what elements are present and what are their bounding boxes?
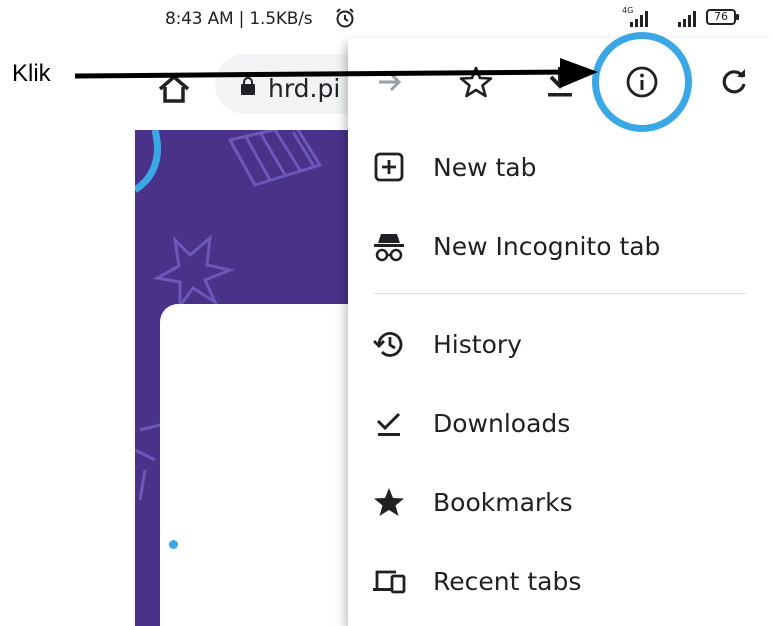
menu-divider <box>374 293 746 294</box>
menu-item-label: Recent tabs <box>433 567 582 596</box>
forward-icon[interactable] <box>366 58 414 106</box>
signal-icon <box>630 11 648 27</box>
signal-icon <box>678 11 696 27</box>
menu-item-bookmarks[interactable]: Bookmarks <box>348 466 772 536</box>
star-icon[interactable] <box>452 58 500 106</box>
annotation-label: Klik <box>12 60 51 87</box>
incognito-icon <box>374 234 404 262</box>
status-time-speed: 8:43 AM | 1.5KB/s <box>165 9 313 29</box>
devices-icon <box>373 570 406 594</box>
menu-item-label: New tab <box>433 153 537 182</box>
indicator-dot <box>169 540 178 549</box>
reload-icon[interactable] <box>710 58 758 106</box>
alarm-icon <box>336 8 354 28</box>
menu-item-new-tab[interactable]: New tab <box>348 131 772 201</box>
content-card <box>160 304 360 626</box>
menu-item-downloads[interactable]: Downloads <box>348 387 772 457</box>
menu-item-label: Bookmarks <box>433 488 573 517</box>
star-filled-icon <box>374 488 404 516</box>
history-icon <box>373 332 403 357</box>
highlight-circle <box>592 32 692 132</box>
url-text[interactable]: hrd.pi <box>268 74 340 103</box>
webpage-content <box>135 130 360 626</box>
lock-icon <box>241 77 255 95</box>
status-bar: 8:43 AM | 1.5KB/s 4G 76 <box>0 0 772 38</box>
menu-item-label: Downloads <box>433 409 571 438</box>
menu-item-recent-tabs[interactable]: Recent tabs <box>348 545 772 615</box>
menu-item-history[interactable]: History <box>348 308 772 378</box>
browser-menu: New tab New Incognito tab History Downlo… <box>348 32 772 626</box>
menu-action-row <box>348 32 772 132</box>
battery-icon: 76 <box>706 9 739 25</box>
plus-box-icon <box>374 152 404 182</box>
download-icon[interactable] <box>536 58 584 106</box>
download-check-icon <box>376 412 401 436</box>
menu-item-label: New Incognito tab <box>433 232 661 261</box>
menu-item-new-incognito-tab[interactable]: New Incognito tab <box>348 210 772 280</box>
menu-item-label: History <box>433 330 522 359</box>
home-icon[interactable] <box>157 74 191 104</box>
